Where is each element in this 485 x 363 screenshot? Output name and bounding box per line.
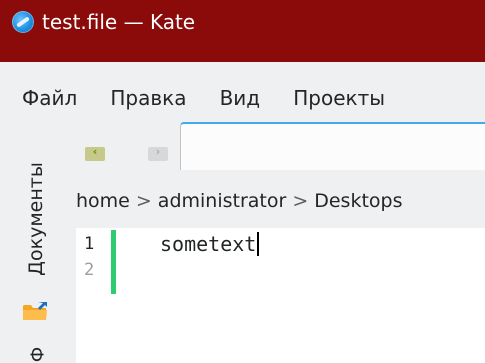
forward-arrow-icon: › <box>155 145 161 158</box>
kate-icon <box>12 11 34 33</box>
breadcrumb-separator-icon: > <box>292 190 309 212</box>
side-tab-documents-label: Документы <box>25 162 47 276</box>
back-arrow-icon: ‹ <box>92 145 98 158</box>
side-tab-filesystem-label: Ф <box>27 346 49 363</box>
modified-line-marker <box>111 230 116 294</box>
breadcrumb-item-home[interactable]: home <box>76 190 130 212</box>
code-text: sometext <box>160 232 257 256</box>
menu-edit[interactable]: Правка <box>110 82 186 114</box>
menu-view[interactable]: Вид <box>220 82 261 114</box>
text-cursor <box>257 232 260 256</box>
line-number: 2 <box>84 260 95 280</box>
document-tab-bar[interactable] <box>180 122 485 170</box>
side-tab-filesystem[interactable]: Ф <box>22 342 50 363</box>
editor-view[interactable]: 1 2 sometext <box>76 228 485 363</box>
window-title: test.file — Kate <box>42 10 196 34</box>
breadcrumb-item-administrator[interactable]: administrator <box>158 190 287 212</box>
side-tab-documents[interactable]: Документы <box>22 144 50 294</box>
breadcrumb-separator-icon: > <box>135 190 152 212</box>
back-button[interactable]: ‹ <box>85 145 105 161</box>
menubar: Файл Правка Вид Проекты <box>22 82 413 114</box>
window-titlebar[interactable]: test.file — Kate <box>0 0 485 62</box>
breadcrumb-item-desktops[interactable]: Desktops <box>314 190 402 212</box>
menu-file[interactable]: Файл <box>22 82 77 114</box>
folder-icon[interactable] <box>22 301 48 321</box>
breadcrumb: home > administrator > Desktops <box>76 190 403 212</box>
menu-projects[interactable]: Проекты <box>293 82 385 114</box>
line-number-gutter: 1 2 <box>76 228 154 363</box>
code-line[interactable]: sometext <box>160 232 260 256</box>
forward-button[interactable]: › <box>148 145 168 161</box>
line-number: 1 <box>84 234 95 254</box>
